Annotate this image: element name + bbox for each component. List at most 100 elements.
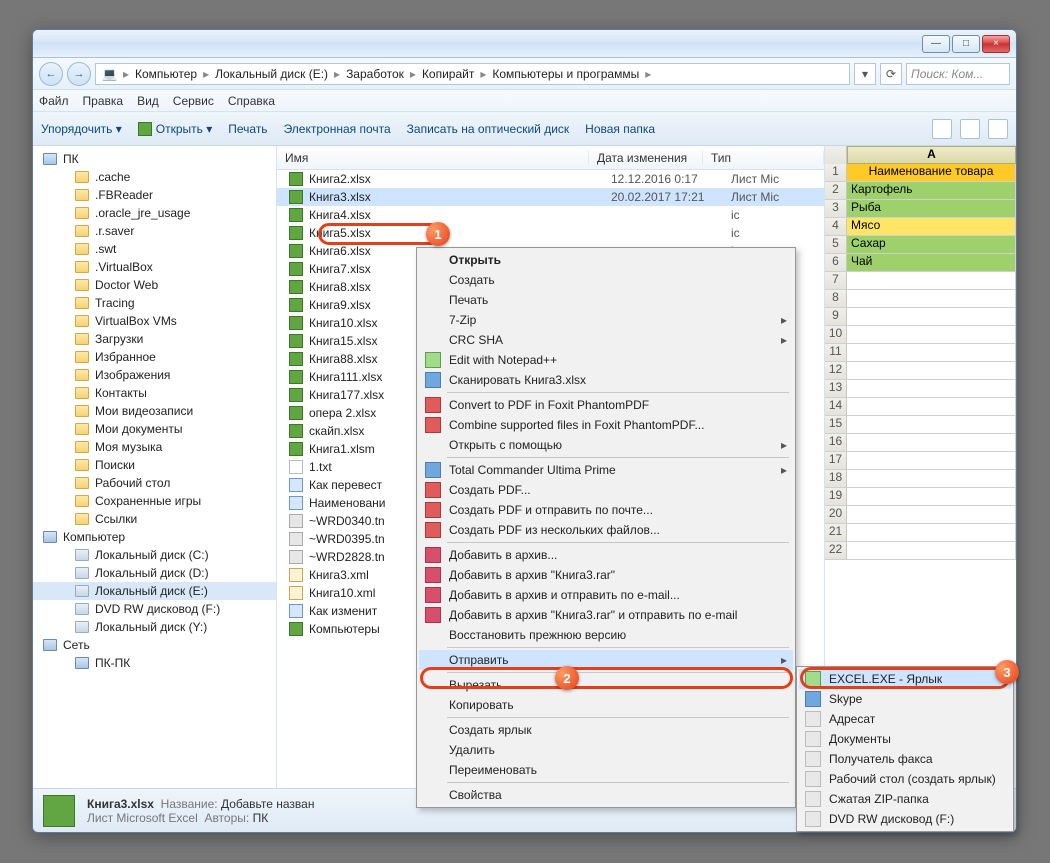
minimize-button[interactable]: — bbox=[922, 35, 950, 53]
context-menu-item[interactable]: Сканировать Книга3.xlsx bbox=[419, 370, 793, 390]
breadcrumb-segment[interactable]: Копирайт bbox=[420, 67, 476, 81]
help-button[interactable] bbox=[988, 119, 1008, 139]
context-menu-item[interactable]: Добавить в архив "Книга3.rar" и отправит… bbox=[419, 605, 793, 625]
context-menu-item[interactable]: Свойства bbox=[419, 785, 793, 805]
menu-item[interactable]: Справка bbox=[228, 94, 275, 108]
column-type[interactable]: Тип bbox=[703, 151, 824, 165]
context-menu-item[interactable]: Переименовать bbox=[419, 760, 793, 780]
tree-item[interactable]: .oracle_jre_usage bbox=[33, 204, 276, 222]
submenu-item[interactable]: Получатель факса bbox=[799, 749, 1011, 769]
breadcrumb-segment[interactable]: Компьютер bbox=[133, 67, 199, 81]
menu-item[interactable]: Файл bbox=[39, 94, 69, 108]
context-menu-item[interactable]: Создать PDF... bbox=[419, 480, 793, 500]
view-button[interactable] bbox=[932, 119, 952, 139]
tree-item[interactable]: Мои видеозаписи bbox=[33, 402, 276, 420]
context-menu-item[interactable]: Создать PDF и отправить по почте... bbox=[419, 500, 793, 520]
tree-item[interactable]: Избранное bbox=[33, 348, 276, 366]
organize-button[interactable]: Упорядочить ▾ bbox=[41, 122, 122, 136]
folder-tree[interactable]: ПК.cache.FBReader.oracle_jre_usage.r.sav… bbox=[33, 146, 277, 788]
tree-item[interactable]: Изображения bbox=[33, 366, 276, 384]
context-menu-item[interactable]: Открыть с помощью bbox=[419, 435, 793, 455]
context-menu-item[interactable]: Создать PDF из нескольких файлов... bbox=[419, 520, 793, 540]
tree-item[interactable]: DVD RW дисковод (F:) bbox=[33, 600, 276, 618]
column-headers[interactable]: Имя Дата изменения Тип bbox=[277, 146, 824, 170]
submenu-item[interactable]: Рабочий стол (создать ярлык) bbox=[799, 769, 1011, 789]
submenu-item[interactable]: DVD RW дисковод (F:) bbox=[799, 809, 1011, 829]
context-menu-item[interactable]: Удалить bbox=[419, 740, 793, 760]
context-menu-item[interactable]: Добавить в архив... bbox=[419, 545, 793, 565]
context-menu-item[interactable]: Добавить в архив и отправить по e-mail..… bbox=[419, 585, 793, 605]
submenu-item[interactable]: Документы bbox=[799, 729, 1011, 749]
file-row[interactable]: Книга4.xlsxic bbox=[277, 206, 824, 224]
column-date[interactable]: Дата изменения bbox=[589, 151, 703, 165]
file-row[interactable]: Книга2.xlsx12.12.2016 0:17Лист Mic bbox=[277, 170, 824, 188]
context-menu-item[interactable]: Открыть bbox=[419, 250, 793, 270]
close-button[interactable]: × bbox=[982, 35, 1010, 53]
tree-item[interactable]: ПК bbox=[33, 150, 276, 168]
tree-item[interactable]: Локальный диск (C:) bbox=[33, 546, 276, 564]
forward-button[interactable]: → bbox=[67, 62, 91, 86]
breadcrumb[interactable]: 💻▸Компьютер▸Локальный диск (E:)▸Заработо… bbox=[95, 63, 850, 85]
tree-item[interactable]: .r.saver bbox=[33, 222, 276, 240]
tree-item[interactable]: Doctor Web bbox=[33, 276, 276, 294]
tree-item[interactable]: Загрузки bbox=[33, 330, 276, 348]
print-button[interactable]: Печать bbox=[228, 122, 267, 136]
burn-button[interactable]: Записать на оптический диск bbox=[407, 122, 570, 136]
tree-item[interactable]: Поиски bbox=[33, 456, 276, 474]
breadcrumb-segment[interactable]: Локальный диск (E:) bbox=[213, 67, 330, 81]
context-menu-item[interactable]: Convert to PDF in Foxit PhantomPDF bbox=[419, 395, 793, 415]
tree-item[interactable]: .FBReader bbox=[33, 186, 276, 204]
file-row[interactable]: Книга3.xlsx20.02.2017 17:21Лист Mic bbox=[277, 188, 824, 206]
tree-item[interactable]: Рабочий стол bbox=[33, 474, 276, 492]
context-menu-item[interactable]: Создать ярлык bbox=[419, 720, 793, 740]
breadcrumb-segment[interactable]: Компьютеры и программы bbox=[490, 67, 641, 81]
menu-item[interactable]: Правка bbox=[83, 94, 124, 108]
tree-item[interactable]: .swt bbox=[33, 240, 276, 258]
tree-item[interactable]: Локальный диск (E:) bbox=[33, 582, 276, 600]
context-menu-item[interactable]: Печать bbox=[419, 290, 793, 310]
submenu-item[interactable]: Сжатая ZIP-папка bbox=[799, 789, 1011, 809]
tree-item[interactable]: Tracing bbox=[33, 294, 276, 312]
tree-item[interactable]: Локальный диск (Y:) bbox=[33, 618, 276, 636]
newfolder-button[interactable]: Новая папка bbox=[585, 122, 655, 136]
maximize-button[interactable]: □ bbox=[952, 35, 980, 53]
context-menu-item[interactable]: Копировать bbox=[419, 695, 793, 715]
submenu-item[interactable]: Адресат bbox=[799, 709, 1011, 729]
context-menu-item[interactable]: Добавить в архив "Книга3.rar" bbox=[419, 565, 793, 585]
column-name[interactable]: Имя bbox=[277, 151, 589, 165]
search-input[interactable]: Поиск: Ком... bbox=[906, 63, 1010, 85]
context-menu-item[interactable]: Total Commander Ultima Prime bbox=[419, 460, 793, 480]
open-button[interactable]: Открыть ▾ bbox=[138, 122, 212, 136]
tree-item[interactable]: Локальный диск (D:) bbox=[33, 564, 276, 582]
tree-item[interactable]: Компьютер bbox=[33, 528, 276, 546]
context-menu-item[interactable]: Восстановить прежнюю версию bbox=[419, 625, 793, 645]
submenu-item[interactable]: Skype bbox=[799, 689, 1011, 709]
context-menu-item[interactable]: 7-Zip bbox=[419, 310, 793, 330]
tree-item[interactable]: Мои документы bbox=[33, 420, 276, 438]
tree-item[interactable]: .VirtualBox bbox=[33, 258, 276, 276]
tree-item[interactable]: Сеть bbox=[33, 636, 276, 654]
context-menu-item[interactable]: Combine supported files in Foxit Phantom… bbox=[419, 415, 793, 435]
tree-item[interactable]: ПК-ПК bbox=[33, 654, 276, 672]
tree-item[interactable]: VirtualBox VMs bbox=[33, 312, 276, 330]
pc-icon bbox=[75, 657, 89, 669]
preview-pane-button[interactable] bbox=[960, 119, 980, 139]
email-button[interactable]: Электронная почта bbox=[284, 122, 391, 136]
menu-item[interactable]: Вид bbox=[137, 94, 159, 108]
context-menu-item[interactable]: Edit with Notepad++ bbox=[419, 350, 793, 370]
tree-item[interactable]: .cache bbox=[33, 168, 276, 186]
send-to-submenu[interactable]: EXCEL.EXE - ЯрлыкSkypeАдресатДокументыПо… bbox=[796, 666, 1014, 832]
tree-item[interactable]: Ссылки bbox=[33, 510, 276, 528]
context-menu-item[interactable]: Создать bbox=[419, 270, 793, 290]
context-menu-item[interactable]: CRC SHA bbox=[419, 330, 793, 350]
menu-item[interactable]: Сервис bbox=[173, 94, 214, 108]
breadcrumb-dropdown[interactable]: ▾ bbox=[854, 63, 876, 85]
tree-item[interactable]: Моя музыка bbox=[33, 438, 276, 456]
context-menu[interactable]: ОткрытьСоздатьПечать7-ZipCRC SHAEdit wit… bbox=[416, 247, 796, 808]
tree-item[interactable]: Контакты bbox=[33, 384, 276, 402]
back-button[interactable]: ← bbox=[39, 62, 63, 86]
breadcrumb-segment[interactable]: Заработок bbox=[344, 67, 406, 81]
refresh-button[interactable]: ⟳ bbox=[880, 63, 902, 85]
tree-item[interactable]: Сохраненные игры bbox=[33, 492, 276, 510]
titlebar: — □ × bbox=[33, 30, 1016, 58]
